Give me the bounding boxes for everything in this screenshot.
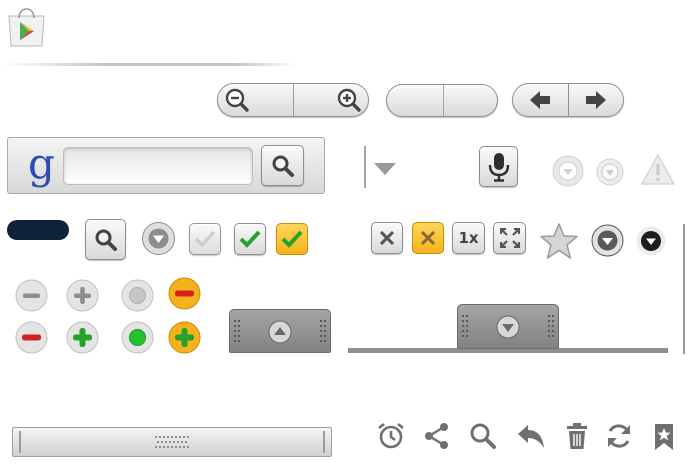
check-icon [281, 229, 303, 249]
reply-icon[interactable] [516, 422, 546, 450]
search-button[interactable] [261, 145, 304, 186]
segmented-right[interactable] [444, 85, 498, 116]
zoom-out-button[interactable] [217, 83, 293, 117]
search-icon [271, 154, 295, 178]
drawer-handle-up[interactable] [229, 309, 331, 353]
arrow-left-button[interactable] [512, 83, 568, 117]
plus-button[interactable] [66, 279, 99, 312]
star-icon[interactable] [539, 222, 579, 260]
minus-button[interactable] [15, 279, 48, 312]
scroll-handle-right-cap [323, 431, 325, 453]
search-icon[interactable] [469, 422, 497, 450]
close-button-focused[interactable] [412, 222, 444, 254]
arrow-right-icon [585, 90, 607, 110]
share-icon[interactable] [424, 422, 450, 450]
playback-speed-button[interactable]: 1x [452, 222, 485, 254]
radio-button-on[interactable] [121, 321, 154, 354]
radio-button-off[interactable] [121, 279, 154, 312]
search-input[interactable] [63, 147, 253, 185]
search-bar: g [7, 137, 325, 194]
horizontal-scroll-handle[interactable] [12, 427, 332, 457]
close-icon [421, 231, 435, 245]
segmented-left[interactable] [387, 85, 443, 116]
zoom-in-icon [336, 87, 362, 113]
chevron-down-circle-icon[interactable] [551, 154, 585, 188]
chevron-circle-faded-icon [595, 157, 625, 187]
check-icon [239, 229, 261, 249]
search-icon [94, 228, 118, 252]
play-store-icon[interactable] [3, 6, 50, 48]
zoom-in-button[interactable] [293, 83, 369, 117]
search-square-button[interactable] [85, 219, 126, 260]
microphone-icon [488, 152, 510, 182]
plus-button-active[interactable] [66, 321, 99, 354]
bookmark-icon[interactable] [653, 423, 675, 451]
playback-speed-label: 1x [458, 229, 479, 247]
alarm-icon[interactable] [376, 421, 406, 451]
arrow-left-icon [529, 90, 551, 110]
dark-pill-button[interactable] [7, 220, 69, 240]
warning-icon [640, 153, 676, 187]
dropdown-circle-black-button[interactable] [636, 226, 666, 256]
close-icon [380, 231, 394, 245]
minus-button-active[interactable] [15, 321, 48, 354]
spinner-dropdown[interactable] [372, 157, 400, 179]
checkbox-checked-focused[interactable] [276, 223, 308, 255]
scroll-handle-left-cap [19, 431, 21, 453]
close-button[interactable] [371, 222, 403, 254]
checkbox-disabled[interactable] [189, 223, 221, 255]
zoom-out-icon [224, 87, 250, 113]
drawer-handle-down[interactable] [457, 304, 559, 349]
voice-search-button[interactable] [479, 146, 518, 187]
check-icon [194, 229, 216, 249]
refresh-icon[interactable] [605, 422, 633, 450]
dropdown-circle-button[interactable] [141, 221, 176, 256]
scrollbar-vertical[interactable] [683, 224, 685, 354]
spinner-divider [364, 146, 366, 188]
checkbox-checked[interactable] [234, 223, 266, 255]
plus-button-focused[interactable] [168, 321, 201, 354]
segmented-button-blank [386, 84, 498, 117]
divider-line [3, 63, 295, 66]
google-logo: g [28, 139, 55, 188]
fullscreen-button[interactable] [493, 222, 526, 254]
fullscreen-icon [499, 228, 520, 248]
dropdown-circle-dark-button[interactable] [591, 224, 624, 257]
minus-button-focused[interactable] [168, 277, 201, 310]
trash-icon[interactable] [566, 422, 588, 450]
arrow-right-button[interactable] [568, 83, 624, 117]
